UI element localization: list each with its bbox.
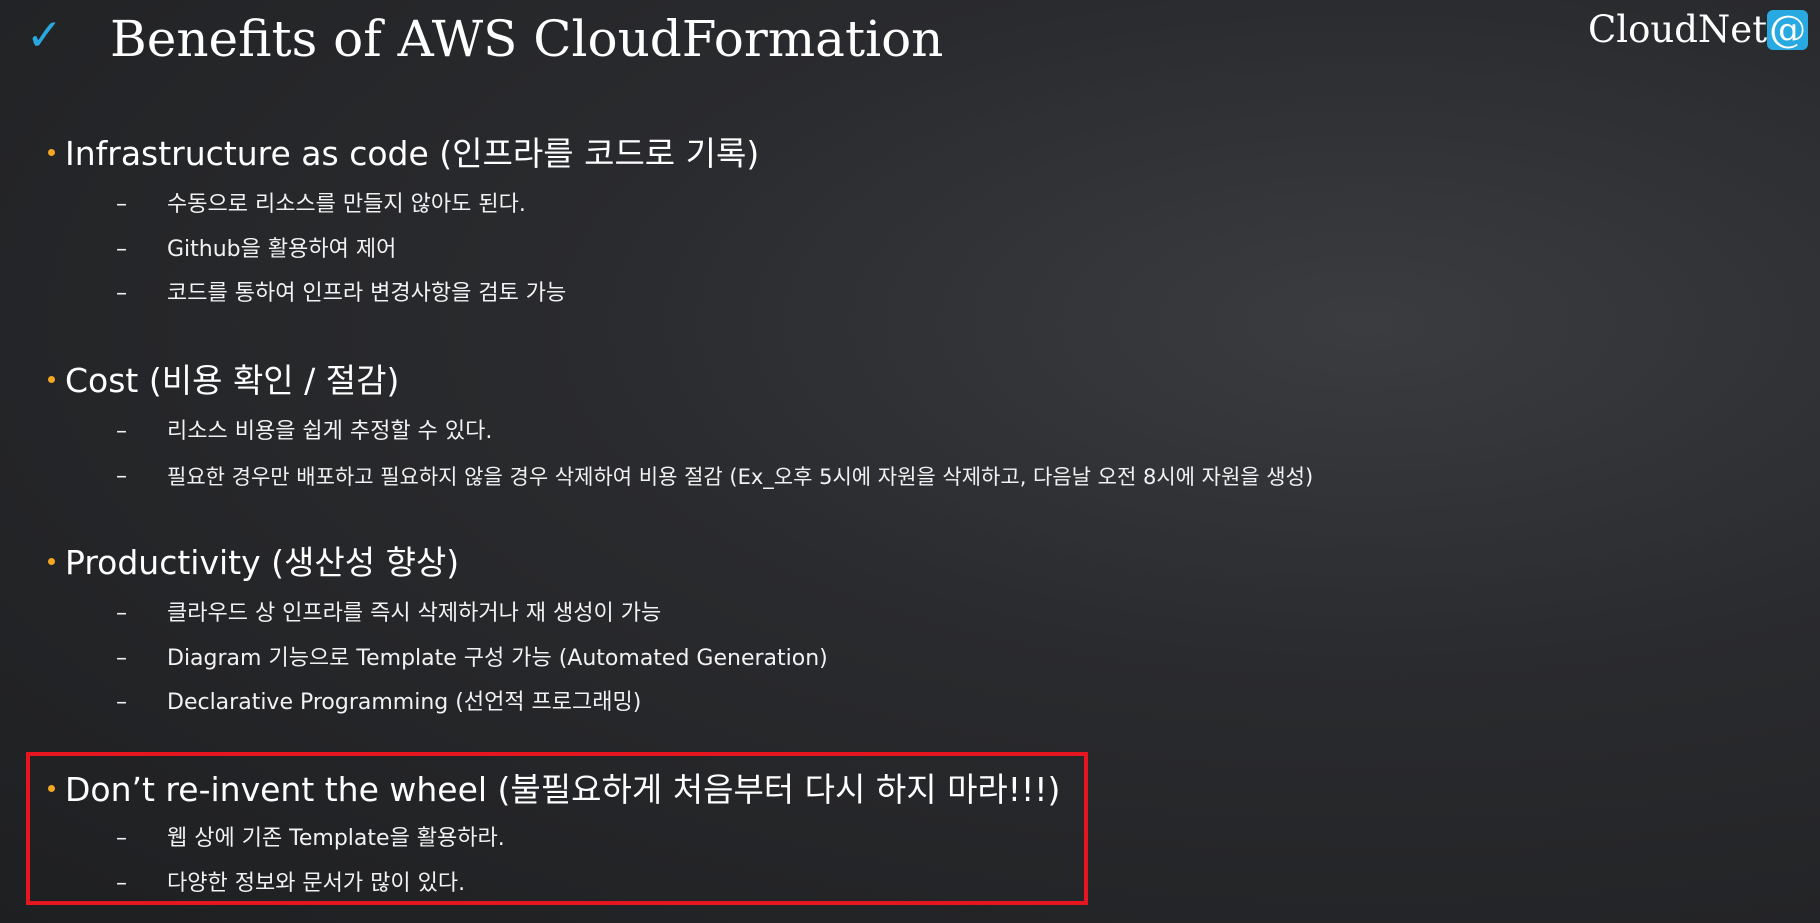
- dash-icon: –: [116, 690, 127, 715]
- list-item-text: 다양한 정보와 문서가 많이 있다.: [167, 870, 466, 896]
- dash-icon: –: [116, 236, 127, 262]
- dash-icon: –: [116, 463, 127, 489]
- list-item-text: Github을 활용하여 제어: [167, 236, 397, 262]
- list-item-text: 리소스 비용을 쉽게 추정할 수 있다.: [167, 419, 493, 444]
- slide-title: Benefits of AWS CloudFormation: [110, 10, 944, 68]
- section-infrastructure-as-code: Infrastructure as code (인프라를 코드로 기록) – 수동…: [48, 131, 759, 317]
- list-item-text: Diagram 기능으로 Template 구성 가능 (Automated G…: [167, 645, 828, 671]
- bullet-icon: [48, 785, 55, 792]
- section-heading-text: Cost (비용 확인 / 절감): [65, 361, 400, 400]
- check-icon: ✓: [26, 10, 63, 61]
- dash-icon: –: [116, 419, 127, 444]
- list-item-text: 수동으로 리소스를 만들지 않아도 된다.: [167, 192, 526, 217]
- list-item-text: 필요한 경우만 배포하고 필요하지 않을 경우 삭제하여 비용 절감 (Ex_오…: [167, 464, 1314, 489]
- list-item: – Diagram 기능으로 Template 구성 가능 (Automated …: [48, 637, 828, 682]
- brand-logo: CloudNet@: [1588, 6, 1809, 54]
- dash-icon: –: [116, 645, 127, 671]
- list-item-text: 웹 상에 기존 Template을 활용하라.: [167, 826, 505, 851]
- dash-icon: –: [116, 281, 127, 306]
- bullet-icon: [48, 558, 55, 565]
- section-heading: Don’t re-invent the wheel (불필요하게 처음부터 다시…: [48, 767, 1060, 813]
- list-item: – Declarative Programming (선언적 프로그래밍): [48, 681, 641, 726]
- list-item: – Github을 활용하여 제어: [48, 228, 759, 273]
- section-heading: Cost (비용 확인 / 절감): [48, 358, 399, 404]
- section-dont-reinvent-the-wheel: Don’t re-invent the wheel (불필요하게 처음부터 다시…: [48, 767, 1060, 906]
- list-item: – 웹 상에 기존 Template을 활용하라.: [48, 817, 1060, 862]
- bullet-icon: [48, 376, 55, 383]
- bullet-icon: [48, 149, 55, 156]
- list-item: – 리소스 비용을 쉽게 추정할 수 있다.: [48, 410, 492, 455]
- list-item: – 다양한 정보와 문서가 많이 있다.: [48, 862, 1060, 907]
- dash-icon: –: [116, 826, 127, 851]
- section-cost: Cost (비용 확인 / 절감) – 리소스 비용을 쉽게 추정할 수 있다. …: [48, 358, 1313, 500]
- list-item: – 수동으로 리소스를 만들지 않아도 된다.: [48, 183, 759, 228]
- section-heading: Infrastructure as code (인프라를 코드로 기록): [48, 131, 759, 177]
- list-item-text: 코드를 통하여 인프라 변경사항을 검토 가능: [167, 281, 567, 306]
- list-item: – 필요한 경우만 배포하고 필요하지 않을 경우 삭제하여 비용 절감 (Ex_…: [48, 455, 1313, 500]
- section-heading-text: Infrastructure as code (인프라를 코드로 기록): [65, 134, 760, 173]
- list-item-text: Declarative Programming (선언적 프로그래밍): [167, 690, 642, 715]
- section-heading-text: Don’t re-invent the wheel (불필요하게 처음부터 다시…: [65, 770, 1061, 809]
- brand-at-icon: @: [1767, 8, 1809, 51]
- list-item-text: 클라우드 상 인프라를 즉시 삭제하거나 재 생성이 가능: [167, 601, 662, 626]
- dash-icon: –: [116, 601, 127, 626]
- dash-icon: –: [116, 870, 127, 896]
- brand-text: CloudNet: [1588, 8, 1768, 51]
- list-item: – 클라우드 상 인프라를 즉시 삭제하거나 재 생성이 가능: [48, 592, 661, 637]
- section-productivity: Productivity (생산성 향상) – 클라우드 상 인프라를 즉시 삭제…: [48, 540, 828, 726]
- list-item: – 코드를 통하여 인프라 변경사항을 검토 가능: [48, 272, 759, 317]
- section-heading: Productivity (생산성 향상): [48, 540, 459, 586]
- dash-icon: –: [116, 192, 127, 217]
- section-heading-text: Productivity (생산성 향상): [65, 543, 460, 582]
